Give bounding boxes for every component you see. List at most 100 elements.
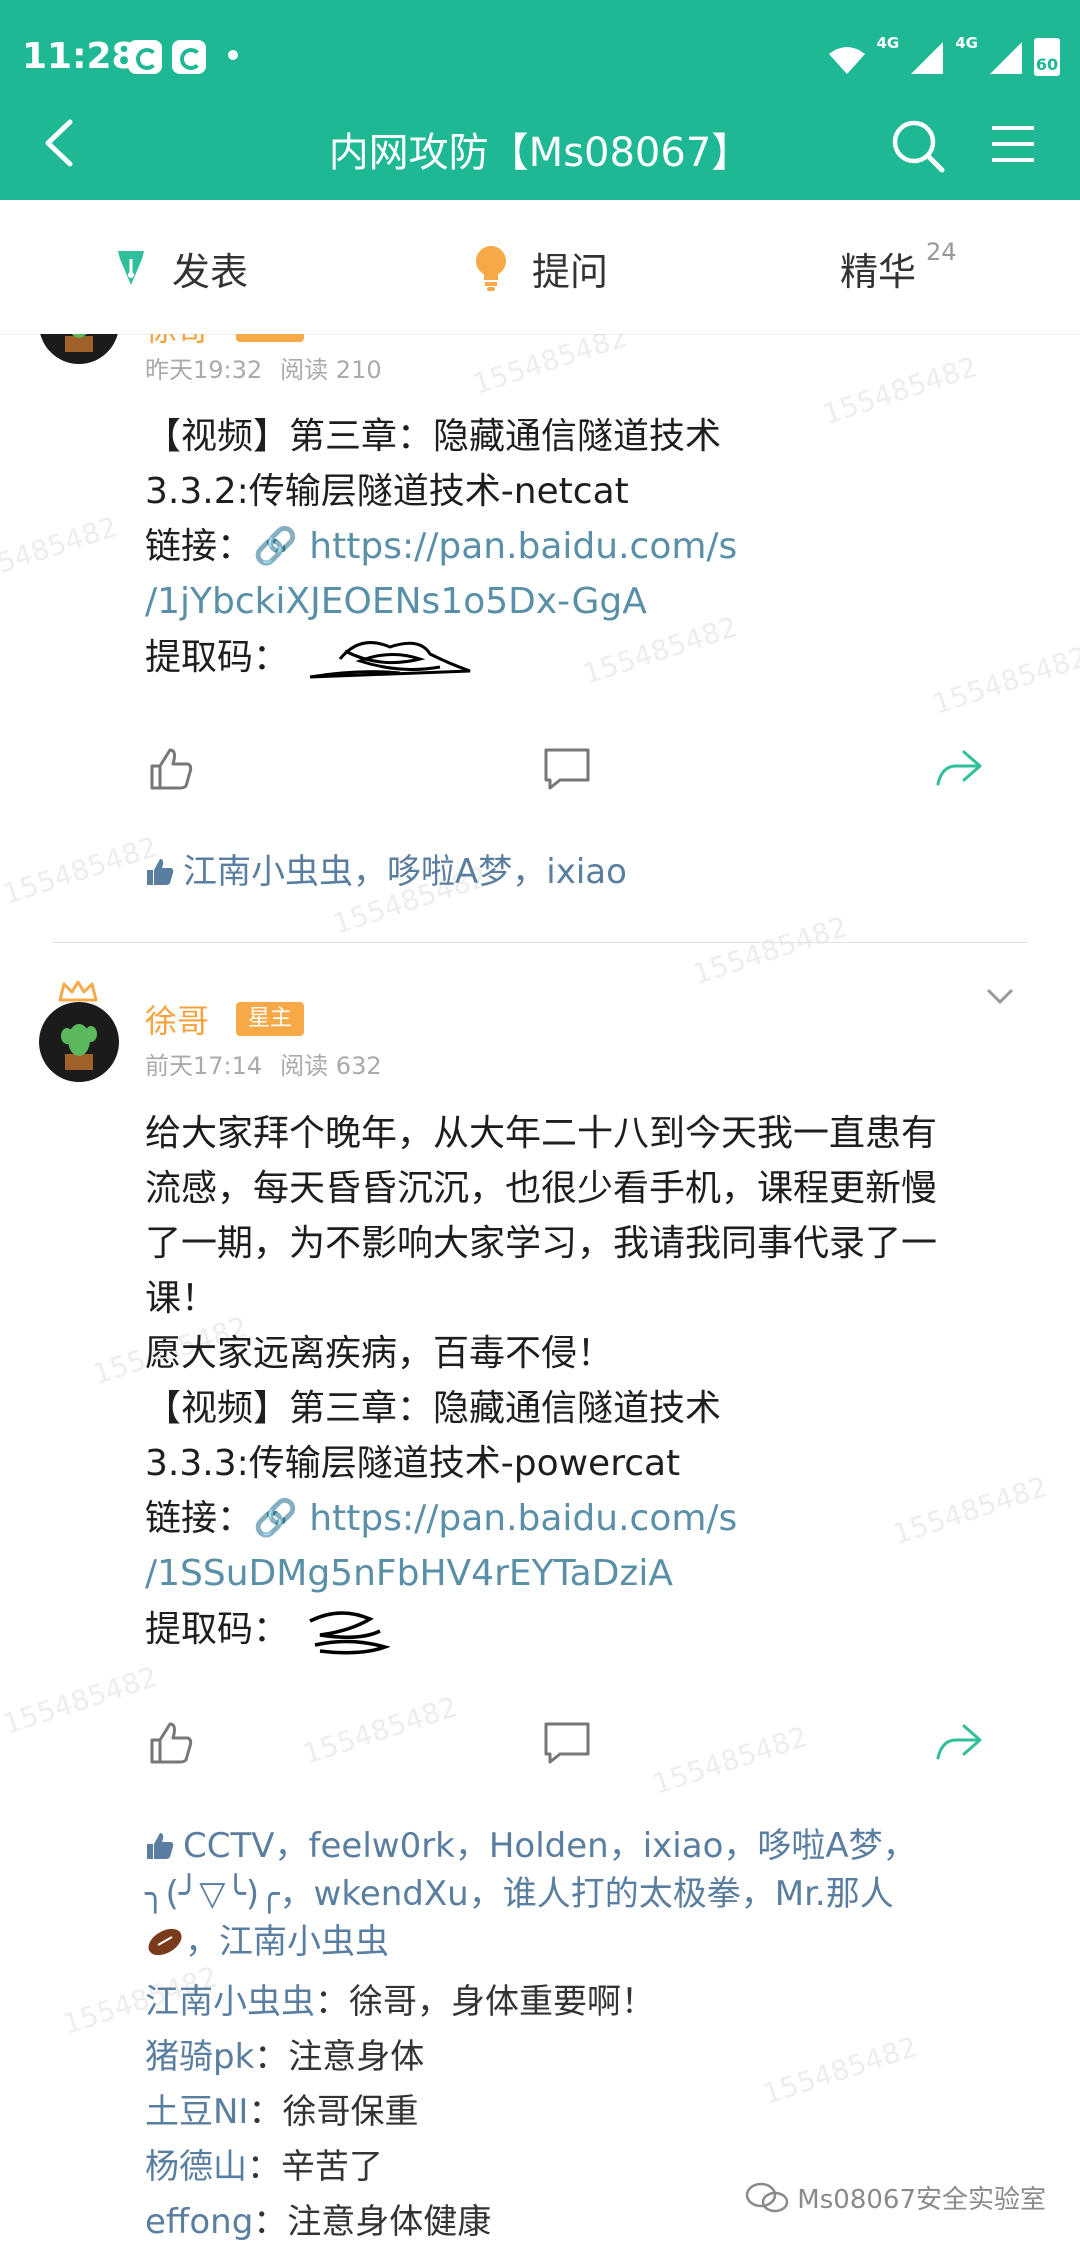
post-line: 给大家拜个晚年，从大年二十八到今天我一直患有 bbox=[145, 1113, 938, 1154]
liker-line: ，江南小虫虫 bbox=[145, 1918, 1025, 1966]
brand-name: Ms08067安全实验室 bbox=[797, 2185, 1046, 2215]
link-label: 链接： bbox=[145, 1498, 254, 1539]
comment-item[interactable]: 江南小虫虫：徐哥，身体重要啊！ bbox=[145, 1974, 655, 2023]
post-divider bbox=[52, 942, 1028, 943]
owner-badge: 星主 bbox=[236, 334, 305, 342]
link-row: 链接：🔗 https://pan.baidu.com/s bbox=[145, 519, 1015, 574]
tab-label: 精华 bbox=[840, 249, 917, 294]
post-meta: 昨天19:32 阅读 210 bbox=[145, 350, 382, 385]
featured-count: 24 bbox=[926, 238, 957, 266]
code-row: 提取码： bbox=[145, 629, 1015, 689]
commenter-name[interactable]: 江南小虫虫 bbox=[145, 1982, 315, 2022]
share-link[interactable]: https://pan.baidu.com/s bbox=[309, 526, 737, 567]
comment-text: ：辛苦了 bbox=[247, 2147, 383, 2187]
commenter-name[interactable]: 猪骑pk bbox=[145, 2037, 254, 2077]
commenter-name[interactable]: effong bbox=[145, 2202, 253, 2242]
watermark-text: 155485482 bbox=[758, 2030, 922, 2111]
commenter-name[interactable]: 土豆NI bbox=[145, 2092, 248, 2132]
app-bar: 11:28 4G 4G 60 内网攻防【Ms08067】 bbox=[0, 0, 1080, 200]
link-label: 链接： bbox=[145, 526, 254, 567]
liker-line: CCTV，feelw0rk，Holden，ixiao，哆啦A梦， bbox=[145, 1822, 1025, 1870]
signal-icon bbox=[911, 42, 944, 74]
redacted-scribble bbox=[310, 641, 471, 679]
post-time: 前天17:14 bbox=[145, 1052, 263, 1080]
tab-post[interactable]: 发表 bbox=[112, 240, 248, 296]
thumb-up-icon bbox=[147, 859, 174, 885]
menu-icon[interactable] bbox=[990, 122, 1036, 166]
commenter-name[interactable]: 杨德山 bbox=[145, 2147, 247, 2187]
thumb-up-icon bbox=[147, 1833, 174, 1859]
likes-row[interactable]: CCTV，feelw0rk，Holden，ixiao，哆啦A梦， ╮(╯▽╰)╭… bbox=[145, 1822, 1025, 1966]
liker-names: 江南小虫虫，哆啦A梦，ixiao bbox=[183, 852, 627, 892]
football-icon bbox=[148, 1928, 182, 1956]
comment-icon[interactable] bbox=[542, 1718, 592, 1768]
notification-app-icon bbox=[128, 40, 162, 74]
share-icon[interactable] bbox=[934, 1718, 984, 1768]
share-link-cont[interactable]: /1jYbckiXJEOENs1o5Dx-GgA bbox=[145, 574, 1015, 629]
liker-names: CCTV，feelw0rk，Holden，ixiao，哆啦A梦， bbox=[183, 1826, 917, 1866]
like-icon[interactable] bbox=[146, 744, 196, 794]
share-link[interactable]: https://pan.baidu.com/s bbox=[309, 1498, 737, 1539]
comment-text: ：注意身体健康 bbox=[253, 2202, 492, 2242]
link-icon: 🔗 bbox=[253, 526, 310, 567]
comment-item[interactable]: effong：注意身体健康 bbox=[145, 2194, 491, 2243]
status-bar: 11:28 4G 4G 60 bbox=[0, 0, 1080, 115]
post-line: 愿大家远离疾病，百毒不侵！ bbox=[145, 1333, 614, 1374]
watermark-text: 155485482 bbox=[0, 510, 122, 591]
link-icon: 🔗 bbox=[253, 1498, 310, 1539]
liker-names: ╮(╯▽╰)╭，wkendXu，谁人打的太极拳，Mr.那人 bbox=[145, 1874, 894, 1914]
liker-names: ，江南小虫虫 bbox=[185, 1922, 389, 1962]
post-line: 3.3.3:传输层隧道技术-powercat bbox=[145, 1443, 681, 1484]
post-meta: 前天17:14 阅读 632 bbox=[145, 1046, 382, 1081]
post-line: 课！ bbox=[145, 1278, 218, 1319]
network-type-label: 4G bbox=[955, 34, 978, 52]
post-time: 昨天19:32 bbox=[145, 356, 263, 384]
wechat-icon bbox=[746, 2182, 789, 2212]
read-count: 阅读 632 bbox=[280, 1052, 382, 1080]
lightbulb-icon bbox=[476, 246, 506, 291]
notification-app-icon bbox=[172, 40, 206, 74]
wechat-brand-watermark: Ms08067安全实验室 bbox=[745, 2179, 1046, 2216]
search-icon[interactable] bbox=[890, 118, 946, 174]
crown-icon bbox=[58, 980, 98, 1002]
tab-label: 发表 bbox=[172, 249, 249, 294]
avatar[interactable] bbox=[39, 334, 119, 364]
status-time: 11:28 bbox=[22, 36, 137, 77]
cactus-icon bbox=[61, 1024, 97, 1070]
signal-icon bbox=[990, 42, 1022, 74]
comment-item[interactable]: 猪骑pk：注意身体 bbox=[145, 2029, 424, 2078]
post-line: 【视频】第三章：隐藏通信隧道技术 bbox=[145, 1388, 722, 1429]
share-icon[interactable] bbox=[934, 744, 984, 794]
post-feed[interactable]: 155485482 155485482 155485482 155485482 … bbox=[0, 334, 1080, 2246]
comment-icon[interactable] bbox=[542, 744, 592, 794]
post-line: 3.3.2:传输层隧道技术-netcat bbox=[145, 471, 629, 512]
avatar[interactable] bbox=[39, 1002, 119, 1082]
watermark-text: 155485482 bbox=[0, 1660, 162, 1741]
likes-row[interactable]: 江南小虫虫，哆啦A梦，ixiao bbox=[145, 848, 1025, 896]
code-label: 提取码： bbox=[145, 637, 290, 678]
post-line: 流感，每天昏昏沉沉，也很少看手机，课程更新慢 bbox=[145, 1168, 938, 1209]
author-name[interactable]: 徐哥 bbox=[145, 996, 209, 1042]
author-name[interactable]: 徐哥 bbox=[145, 334, 209, 350]
like-icon[interactable] bbox=[146, 1718, 196, 1768]
wifi-icon bbox=[828, 47, 865, 74]
chevron-down-icon[interactable] bbox=[985, 986, 1015, 1006]
post-line: 【视频】第三章：隐藏通信隧道技术 bbox=[145, 416, 722, 457]
comment-text: ：注意身体 bbox=[254, 2037, 425, 2077]
post-line: 了一期，为不影响大家学习，我请我同事代录了一 bbox=[145, 1223, 938, 1264]
network-type-label: 4G bbox=[876, 34, 900, 52]
watermark-text: 155485482 bbox=[468, 334, 632, 401]
notification-dot-icon bbox=[228, 50, 238, 60]
comment-item[interactable]: 土豆NI：徐哥保重 bbox=[145, 2084, 418, 2133]
code-row: 提取码： bbox=[145, 1601, 1015, 1661]
post-content[interactable]: 【视频】第三章：隐藏通信隧道技术 3.3.2:传输层隧道技术-netcat 链接… bbox=[145, 409, 1015, 689]
read-count: 阅读 210 bbox=[280, 356, 382, 384]
share-link-cont[interactable]: /1SSuDMg5nFbHV4rEYTaDziA bbox=[145, 1546, 1015, 1601]
post-content[interactable]: 给大家拜个晚年，从大年二十八到今天我一直患有 流感，每天昏昏沉沉，也很少看手机，… bbox=[145, 1106, 1015, 1661]
pen-icon bbox=[118, 251, 144, 285]
owner-badge: 星主 bbox=[236, 1002, 305, 1036]
comment-item[interactable]: 杨德山：辛苦了 bbox=[145, 2139, 383, 2188]
tab-ask[interactable]: 提问 bbox=[472, 240, 608, 296]
watermark-text: 155485482 bbox=[0, 830, 162, 911]
tab-featured[interactable]: 精华 bbox=[840, 240, 916, 296]
